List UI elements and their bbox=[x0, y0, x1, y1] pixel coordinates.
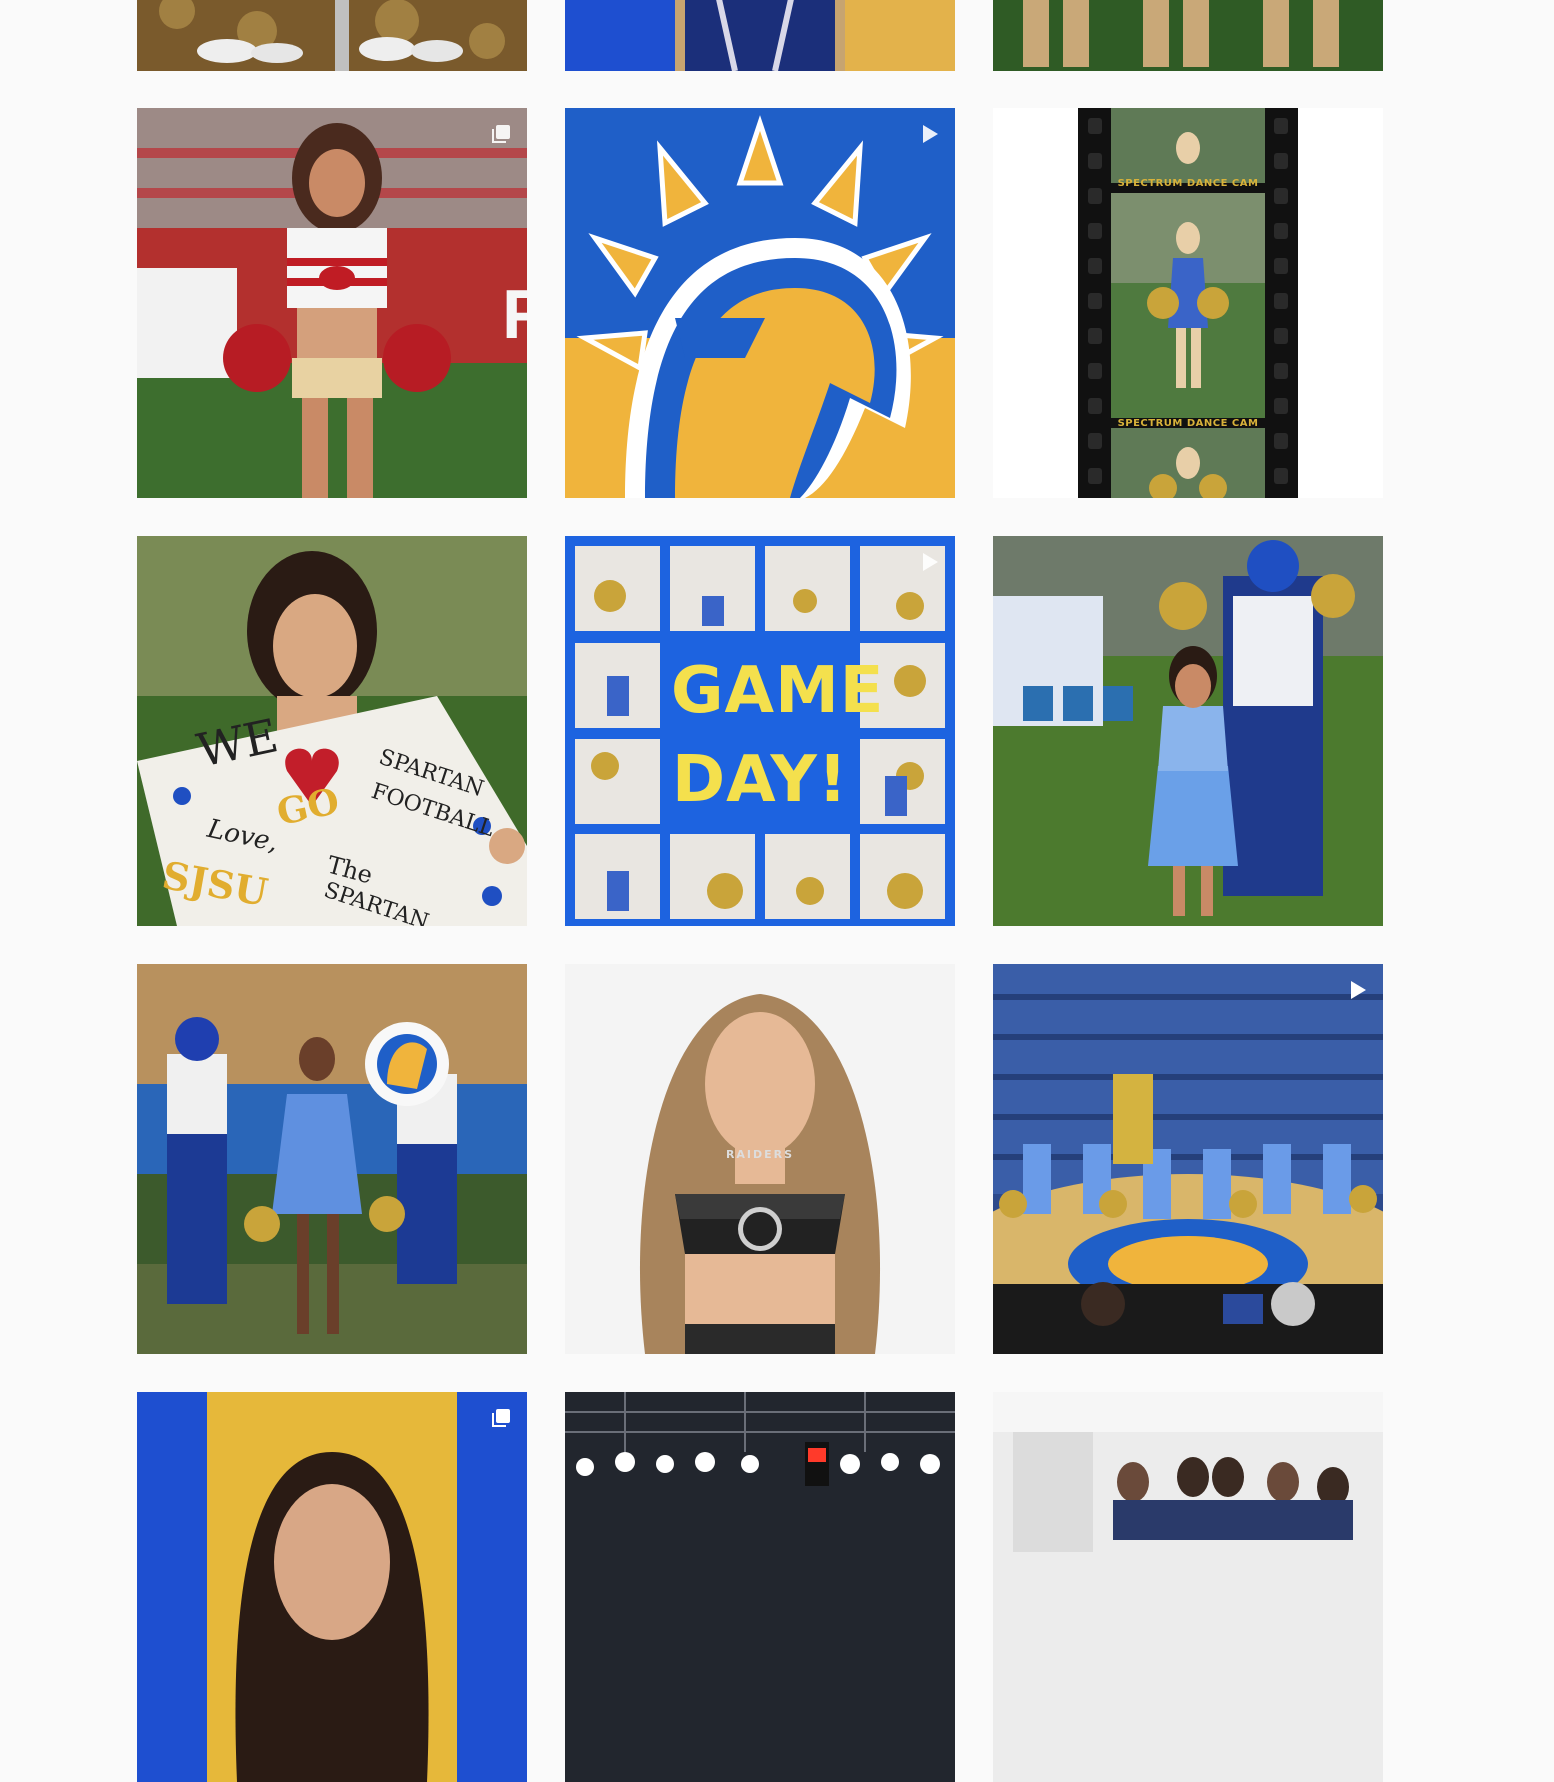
post-image bbox=[565, 1392, 955, 1782]
post-tile[interactable]: F bbox=[137, 108, 527, 498]
post-tile[interactable]: WE GO SPARTAN FOOTBALL Love, The SJSU SP… bbox=[137, 536, 527, 926]
post-tile[interactable] bbox=[993, 964, 1383, 1354]
post-tile[interactable] bbox=[565, 108, 955, 498]
post-image bbox=[993, 1392, 1383, 1782]
post-tile[interactable] bbox=[993, 536, 1383, 926]
film-caption-bottom: SPECTRUM DANCE CAM bbox=[1117, 418, 1259, 429]
post-tile[interactable]: SPECTRUM DANCE CAM SPECTRUM DANCE CAM bbox=[993, 108, 1383, 498]
carousel-icon bbox=[489, 122, 513, 146]
post-image bbox=[993, 0, 1383, 71]
post-image bbox=[565, 536, 955, 926]
video-icon bbox=[1345, 978, 1369, 1002]
post-image bbox=[565, 0, 955, 71]
post-tile[interactable]: GAME DAY! bbox=[565, 536, 955, 926]
post-image bbox=[565, 108, 955, 498]
post-image bbox=[993, 536, 1383, 926]
svg-text:F: F bbox=[502, 275, 527, 353]
post-tile[interactable] bbox=[137, 964, 527, 1354]
video-icon bbox=[917, 550, 941, 574]
post-tile[interactable] bbox=[137, 0, 527, 71]
post-image: F bbox=[137, 108, 527, 498]
post-tile[interactable] bbox=[993, 1392, 1383, 1782]
post-image bbox=[137, 964, 527, 1354]
post-image bbox=[993, 108, 1383, 498]
post-grid: F SPECTRUM DANCE CAM SPECTRUM DANCE CAM … bbox=[0, 0, 1554, 1782]
post-tile[interactable] bbox=[565, 0, 955, 71]
post-tile[interactable] bbox=[993, 0, 1383, 71]
post-image bbox=[137, 0, 527, 71]
film-caption-top: SPECTRUM DANCE CAM bbox=[1117, 178, 1259, 189]
post-tile[interactable]: RAIDERS bbox=[565, 964, 955, 1354]
post-tile[interactable] bbox=[565, 1392, 955, 1782]
carousel-icon bbox=[489, 1406, 513, 1430]
video-icon bbox=[917, 122, 941, 146]
post-image bbox=[137, 1392, 527, 1782]
jersey-text: RAIDERS bbox=[725, 1148, 795, 1161]
game-day-headline: DAY! bbox=[671, 743, 849, 817]
post-tile[interactable] bbox=[137, 1392, 527, 1782]
post-image bbox=[993, 964, 1383, 1354]
game-day-headline: GAME bbox=[671, 654, 885, 728]
